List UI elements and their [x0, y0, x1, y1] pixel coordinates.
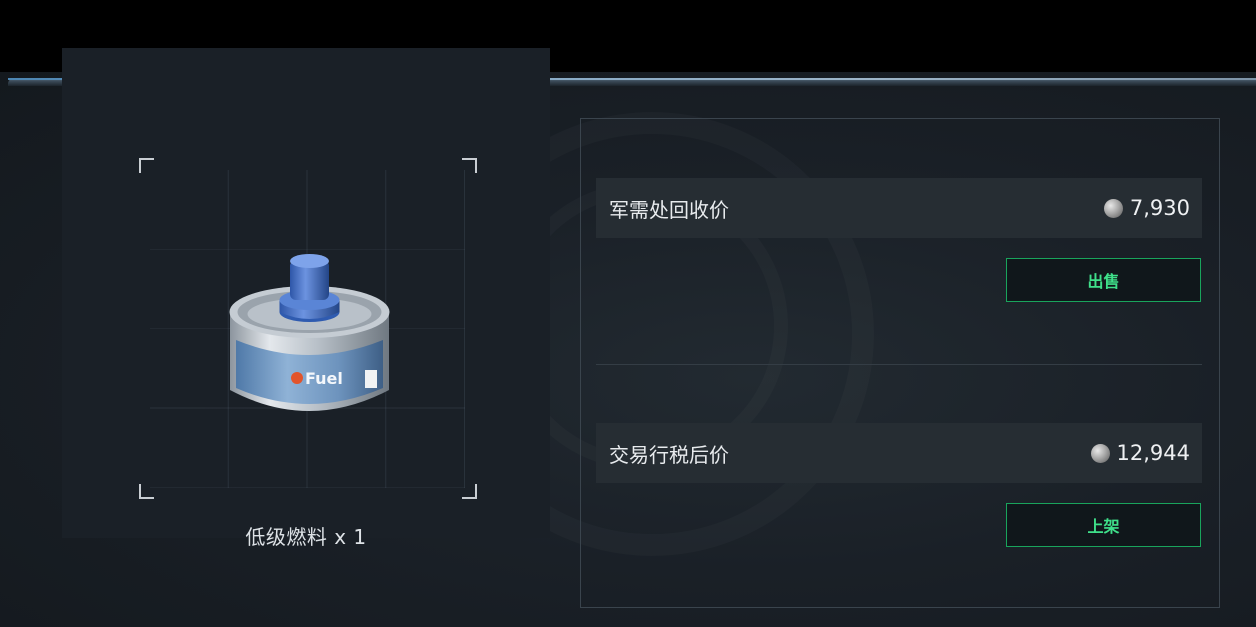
recycle-price-row: 军需处回收价 7,930 — [596, 178, 1202, 238]
list-on-market-button[interactable]: 上架 — [1006, 503, 1201, 547]
recycle-price-value: 7,930 — [1103, 196, 1190, 220]
market-price-label: 交易行税后价 — [609, 443, 729, 467]
market-price-row: 交易行税后价 12,944 — [596, 423, 1202, 483]
section-divider — [596, 364, 1202, 365]
recycle-price-label: 军需处回收价 — [609, 198, 729, 222]
market-price-value: 12,944 — [1090, 441, 1190, 465]
frame-corner-bottom-right — [462, 484, 477, 499]
sell-button[interactable]: 出售 — [1006, 258, 1201, 302]
frame-corner-bottom-left — [139, 484, 154, 499]
recycle-price-amount: 7,930 — [1129, 196, 1190, 220]
frame-corner-top-right — [462, 158, 477, 173]
fuel-can-icon: Fuel — [229, 254, 390, 411]
item-name: 低级燃料 x 1 — [245, 525, 367, 549]
svg-text:Fuel: Fuel — [305, 369, 343, 388]
frame-corner-top-left — [139, 158, 154, 173]
coin-icon — [1090, 443, 1110, 463]
market-price-amount: 12,944 — [1116, 441, 1190, 465]
coin-icon — [1103, 198, 1123, 218]
